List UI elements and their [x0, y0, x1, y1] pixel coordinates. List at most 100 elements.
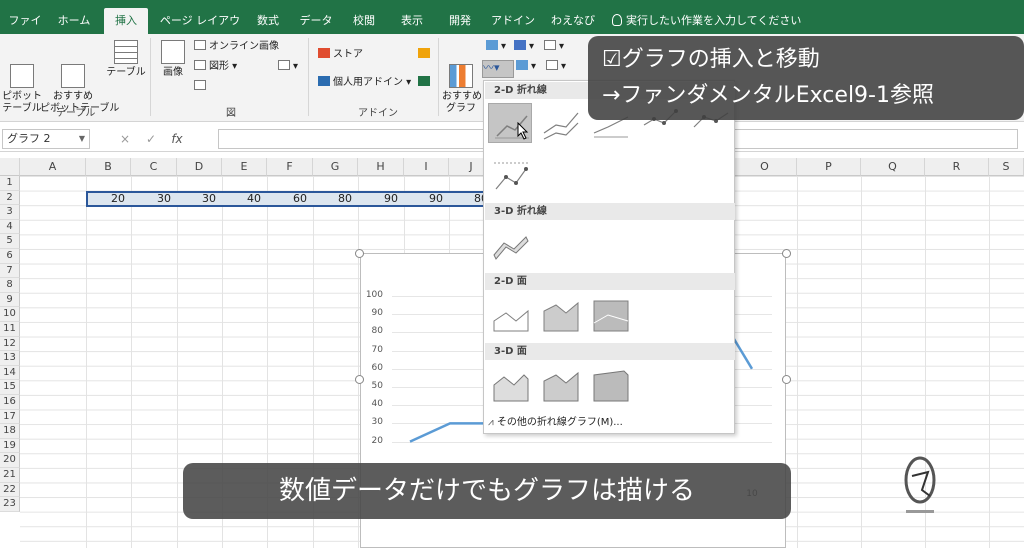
y-tick-label: 50 — [371, 381, 383, 391]
online-images-button[interactable]: オンライン画像 — [194, 40, 279, 54]
combo-chart-button[interactable]: ▾ — [516, 60, 536, 74]
row-header[interactable]: 14 — [0, 365, 20, 381]
select-all-corner[interactable] — [0, 158, 20, 176]
column-header[interactable]: F — [267, 158, 313, 176]
tab-insert[interactable]: 挿入 — [104, 8, 148, 34]
row-header[interactable]: 5 — [0, 234, 20, 249]
row-header[interactable]: 16 — [0, 395, 20, 410]
bing-maps-button[interactable] — [418, 48, 433, 62]
tab-addins[interactable]: アドイン — [490, 8, 536, 34]
row-header[interactable]: 7 — [0, 263, 20, 279]
column-header[interactable]: D — [177, 158, 222, 176]
tab-waenavi[interactable]: わえなび — [546, 8, 600, 34]
table-button[interactable]: テーブル — [106, 40, 146, 79]
cell-value[interactable]: 60 — [267, 191, 313, 207]
row-header[interactable]: 22 — [0, 482, 20, 498]
row-header[interactable]: 1 — [0, 176, 20, 191]
3d-line-icon — [493, 236, 529, 260]
column-header[interactable]: S — [989, 158, 1024, 176]
row-header[interactable]: 18 — [0, 424, 20, 439]
row-header[interactable]: 15 — [0, 380, 20, 395]
row-header[interactable]: 8 — [0, 278, 20, 293]
tab-page-layout[interactable]: ページ レイアウト — [156, 8, 244, 53]
screenshot-button[interactable]: ▾ — [278, 60, 298, 74]
resize-handle[interactable] — [782, 249, 791, 258]
row-header[interactable]: 23 — [0, 497, 20, 512]
name-box[interactable]: グラフ 2 ▼ — [2, 129, 90, 149]
caption-bottom: 数値データだけでもグラフは描ける — [183, 463, 791, 519]
gallery-3d-100-stacked-area[interactable] — [588, 365, 632, 405]
cell-value[interactable]: 40 — [222, 191, 267, 207]
column-header[interactable]: A — [20, 158, 86, 176]
gallery-stacked-line[interactable] — [538, 103, 582, 143]
gallery-100-stacked-area[interactable] — [588, 295, 632, 335]
resize-handle[interactable] — [782, 375, 791, 384]
hierarchy-chart-button[interactable]: ▾ — [514, 40, 534, 54]
resize-handle[interactable] — [355, 249, 364, 258]
shapes-button[interactable]: 図形 ▾ — [194, 60, 237, 74]
cell-value[interactable]: 30 — [131, 191, 177, 207]
recommended-pivot-icon — [61, 64, 85, 88]
column-header[interactable]: H — [358, 158, 404, 176]
row-header[interactable]: 3 — [0, 205, 20, 220]
row-header[interactable]: 20 — [0, 453, 20, 468]
tab-review[interactable]: 校閲 — [346, 8, 382, 34]
tab-formulas[interactable]: 数式 — [250, 8, 286, 34]
row-header[interactable]: 2 — [0, 190, 20, 206]
cell-value[interactable]: 90 — [358, 191, 404, 207]
row-header[interactable]: 6 — [0, 249, 20, 264]
gallery-stacked-area[interactable] — [538, 295, 582, 335]
column-chart-button[interactable]: ▾ — [486, 40, 506, 54]
gallery-area[interactable] — [488, 295, 532, 335]
column-header[interactable]: B — [86, 158, 131, 176]
row-header[interactable]: 9 — [0, 292, 20, 308]
column-header[interactable]: O — [733, 158, 797, 176]
people-graph-button[interactable] — [418, 76, 433, 90]
smartart-button[interactable] — [194, 80, 209, 94]
images-button[interactable]: 画像 — [156, 40, 190, 79]
row-header[interactable]: 12 — [0, 336, 20, 352]
row-header[interactable]: 13 — [0, 351, 20, 366]
tab-file[interactable]: ファイル — [4, 8, 46, 53]
column-header[interactable]: G — [313, 158, 358, 176]
chevron-down-icon[interactable]: ▼ — [79, 130, 85, 148]
row-header[interactable]: 19 — [0, 438, 20, 454]
insert-function-icon[interactable]: fx — [164, 129, 190, 149]
line-chart-button[interactable]: 〰▾ — [482, 60, 514, 78]
row-header[interactable]: 11 — [0, 322, 20, 337]
column-header[interactable]: P — [797, 158, 861, 176]
column-header[interactable]: I — [404, 158, 449, 176]
cell-value[interactable]: 90 — [404, 191, 449, 207]
gallery-100-line-markers[interactable] — [488, 155, 532, 195]
tab-data[interactable]: データ — [296, 8, 336, 34]
column-header[interactable]: E — [222, 158, 267, 176]
tab-developer[interactable]: 開発 — [442, 8, 478, 34]
pivot-table-button[interactable]: ピボット テーブル — [2, 40, 42, 115]
more-line-charts-link[interactable]: ⩘ その他の折れ線グラフ(M)... — [488, 413, 623, 428]
scatter-chart-button[interactable]: ▾ — [546, 60, 566, 74]
column-header[interactable]: C — [131, 158, 177, 176]
tab-view[interactable]: 表示 — [394, 8, 430, 34]
gallery-3d-line[interactable] — [488, 225, 532, 265]
cell-value[interactable]: 20 — [86, 191, 131, 207]
cell-value[interactable]: 30 — [177, 191, 222, 207]
recommended-charts-button[interactable]: おすすめ グラフ — [442, 40, 482, 115]
enter-icon[interactable]: ✓ — [138, 129, 164, 149]
row-header[interactable]: 4 — [0, 219, 20, 235]
store-button[interactable]: ストア — [318, 48, 363, 62]
row-header[interactable]: 21 — [0, 468, 20, 483]
tab-home[interactable]: ホーム — [52, 8, 96, 34]
gallery-3d-stacked-area[interactable] — [538, 365, 582, 405]
tell-me-box[interactable]: 実行したい作業を入力してください — [612, 8, 801, 34]
my-addins-button[interactable]: 個人用アドイン ▾ — [318, 76, 411, 90]
column-header[interactable]: R — [925, 158, 989, 176]
gallery-3d-area[interactable] — [488, 365, 532, 405]
statistic-chart-button[interactable]: ▾ — [544, 40, 564, 54]
recommended-chart-icon — [449, 64, 473, 88]
cancel-icon[interactable]: × — [112, 129, 138, 149]
column-header[interactable]: Q — [861, 158, 925, 176]
resize-handle[interactable] — [355, 375, 364, 384]
cell-value[interactable]: 80 — [313, 191, 358, 207]
row-header[interactable]: 10 — [0, 307, 20, 322]
row-header[interactable]: 17 — [0, 409, 20, 425]
